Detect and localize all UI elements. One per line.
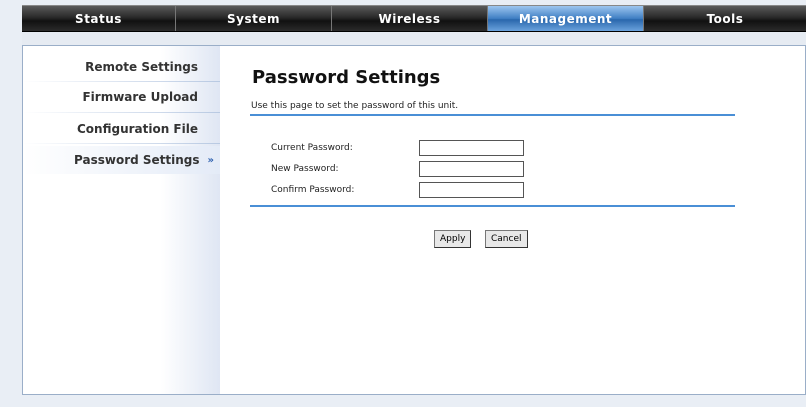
confirm-password-field[interactable] [419, 182, 524, 198]
double-chevron-right-icon: » [207, 154, 214, 166]
tab-system[interactable]: System [176, 6, 332, 31]
tab-management[interactable]: Management [488, 6, 644, 31]
page-description: Use this page to set the password of thi… [251, 101, 459, 111]
sidebar-item-configuration-file[interactable]: Configuration File [23, 117, 220, 141]
apply-button[interactable]: Apply [434, 230, 472, 248]
page-title: Password Settings [252, 67, 441, 88]
sidebar-item-label: Password Settings [74, 153, 200, 167]
current-password-row: Current Password: [271, 140, 541, 158]
tab-tools[interactable]: Tools [644, 6, 806, 31]
sidebar: Remote Settings Firmware Upload Configur… [23, 46, 220, 394]
sidebar-item-label: Remote Settings [85, 60, 198, 74]
content-area: Password Settings Use this page to set t… [220, 46, 805, 394]
sidebar-item-password-settings[interactable]: Password Settings » [23, 146, 220, 174]
sidebar-divider [23, 112, 220, 113]
sidebar-item-firmware-upload[interactable]: Firmware Upload [23, 85, 220, 109]
current-password-field[interactable] [419, 140, 524, 156]
sidebar-divider [23, 81, 220, 82]
divider-top [250, 114, 735, 116]
cancel-button[interactable]: Cancel [485, 230, 528, 248]
nav-spacer [22, 32, 806, 45]
new-password-label: New Password: [271, 164, 339, 174]
main-panel: Remote Settings Firmware Upload Configur… [22, 45, 806, 395]
tab-status[interactable]: Status [22, 6, 176, 31]
confirm-password-row: Confirm Password: [271, 182, 541, 200]
tab-wireless[interactable]: Wireless [332, 6, 488, 31]
sidebar-item-label: Firmware Upload [82, 90, 198, 104]
top-navigation: Status System Wireless Management Tools [22, 5, 806, 32]
new-password-field[interactable] [419, 161, 524, 177]
sidebar-divider [23, 143, 220, 144]
new-password-row: New Password: [271, 161, 541, 179]
sidebar-item-remote-settings[interactable]: Remote Settings [23, 55, 220, 79]
current-password-label: Current Password: [271, 143, 353, 153]
confirm-password-label: Confirm Password: [271, 185, 355, 195]
divider-bottom [250, 205, 735, 207]
sidebar-item-label: Configuration File [76, 122, 198, 136]
